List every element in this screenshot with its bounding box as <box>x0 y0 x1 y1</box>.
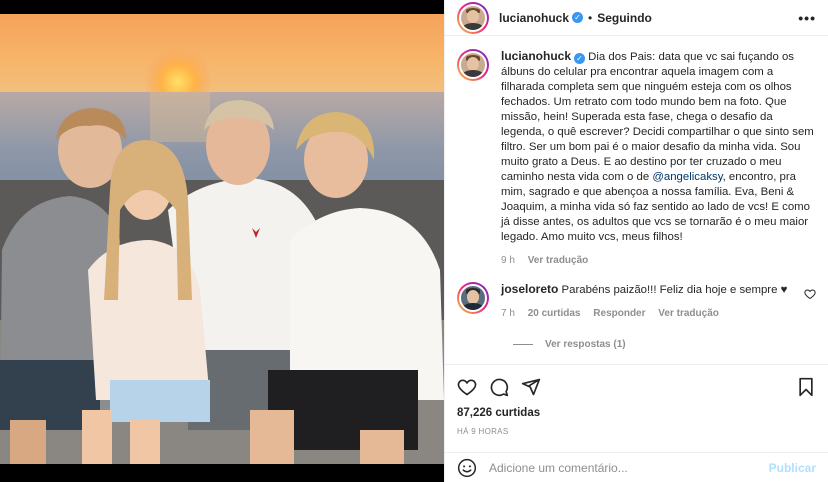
header-info: lucianohuck ✓ • Seguindo <box>499 11 652 25</box>
post-details-panel: lucianohuck ✓ • Seguindo ••• lucianohuck… <box>444 0 828 482</box>
author-username[interactable]: lucianohuck <box>499 11 569 25</box>
caption-avatar[interactable] <box>457 49 489 81</box>
view-replies-label: Ver respostas (1) <box>545 339 626 350</box>
caption-text: lucianohuck ✓ Dia dos Pais: data que vc s… <box>501 49 816 268</box>
likes-count[interactable]: 87,226 curtidas <box>457 407 816 419</box>
comments-section: lucianohuck ✓ Dia dos Pais: data que vc s… <box>445 37 828 360</box>
comment-input[interactable]: Adicione um comentário... <box>489 461 769 475</box>
post-header: lucianohuck ✓ • Seguindo ••• <box>445 0 828 36</box>
bookmark-icon[interactable] <box>796 377 816 397</box>
caption-translate-link[interactable]: Ver tradução <box>528 255 589 266</box>
verified-badge-icon: ✓ <box>572 12 584 23</box>
publish-button[interactable]: Publicar <box>769 461 816 475</box>
emoji-icon[interactable] <box>457 458 477 478</box>
caption-body-start: Dia dos Pais: data que vc sai fuçando os… <box>501 51 814 183</box>
commenter-avatar[interactable] <box>457 282 489 314</box>
more-options-icon[interactable]: ••• <box>798 10 816 26</box>
share-icon[interactable] <box>521 377 541 397</box>
view-replies-button[interactable]: Ver respostas (1) <box>513 339 816 350</box>
comment-meta: 7 h 20 curtidas Responder Ver tradução <box>501 306 796 321</box>
action-icons <box>457 373 816 401</box>
post-actions: 87,226 curtidas HÁ 9 HORAS <box>445 364 828 436</box>
replies-divider <box>513 344 533 345</box>
comment-icon[interactable] <box>489 377 509 397</box>
caption-mention-link[interactable]: @angelicaksy <box>652 171 722 183</box>
comment-row: joseloreto Parabéns paizão!!! Feliz dia … <box>457 282 816 321</box>
post-photo[interactable] <box>0 0 444 482</box>
instagram-post-view: lucianohuck ✓ • Seguindo ••• lucianohuck… <box>0 0 828 482</box>
comment-likes[interactable]: 20 curtidas <box>528 308 581 319</box>
comment-translate-link[interactable]: Ver tradução <box>658 308 719 319</box>
post-timestamp[interactable]: HÁ 9 HORAS <box>457 427 816 436</box>
caption-time[interactable]: 9 h <box>501 255 515 266</box>
caption-row: lucianohuck ✓ Dia dos Pais: data que vc s… <box>457 49 816 268</box>
comment-text: joseloreto Parabéns paizão!!! Feliz dia … <box>501 282 796 321</box>
comment-heart-icon[interactable] <box>804 288 816 300</box>
author-avatar[interactable] <box>457 1 489 34</box>
caption-meta: 9 h Ver tradução <box>501 253 816 268</box>
comment-reply-button[interactable]: Responder <box>593 308 645 319</box>
comment-body: Parabéns paizão!!! Feliz dia hoje e semp… <box>558 284 788 296</box>
comment-time[interactable]: 7 h <box>501 308 515 319</box>
caption-verified-icon: ✓ <box>574 53 586 64</box>
caption-username[interactable]: lucianohuck <box>501 49 571 63</box>
separator-dot: • <box>588 10 593 25</box>
follow-status-button[interactable]: Seguindo <box>597 11 652 25</box>
heart-icon[interactable] <box>457 377 477 397</box>
family-photo-illustration <box>0 0 444 482</box>
add-comment-bar: Adicione um comentário... Publicar <box>445 452 828 482</box>
commenter-username[interactable]: joseloreto <box>501 282 558 296</box>
